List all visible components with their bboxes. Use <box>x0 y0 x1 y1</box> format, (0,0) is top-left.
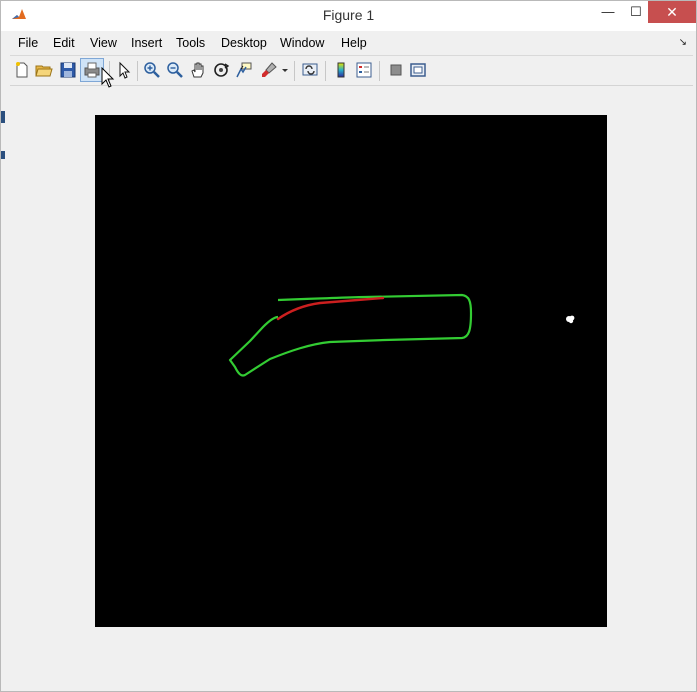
menu-bar: File Edit View Insert Tools Desktop Wind… <box>10 33 693 56</box>
menu-file[interactable]: File <box>18 36 38 50</box>
background-window-edge <box>1 111 5 471</box>
toolbar-separator <box>379 61 380 81</box>
close-button[interactable]: ✕ <box>648 1 696 23</box>
toolbar-separator <box>294 61 295 81</box>
pan-icon[interactable] <box>188 60 208 80</box>
edit-plot-icon[interactable] <box>114 60 134 80</box>
title-bar[interactable]: Figure 1 — ☐ ✕ <box>1 1 696 31</box>
link-plot-icon[interactable] <box>300 60 320 80</box>
contour-plot <box>228 293 575 377</box>
zoom-in-icon[interactable] <box>142 60 162 80</box>
toolbar-separator <box>137 61 138 81</box>
open-file-icon[interactable] <box>34 60 54 80</box>
menu-desktop[interactable]: Desktop <box>221 36 267 50</box>
menu-view[interactable]: View <box>90 36 117 50</box>
contour-red-segment <box>276 296 385 321</box>
contour-green-outline <box>228 293 473 377</box>
window-title: Figure 1 <box>322 7 375 23</box>
save-figure-icon[interactable] <box>58 60 78 80</box>
hide-plot-tools-icon[interactable] <box>386 60 406 80</box>
menu-insert[interactable]: Insert <box>131 36 162 50</box>
dock-arrow-icon[interactable]: ↘ <box>679 37 687 48</box>
chevron-down-icon[interactable] <box>280 60 290 80</box>
toolbar-separator <box>325 61 326 81</box>
minimize-button[interactable]: — <box>593 1 623 23</box>
zoom-out-icon[interactable] <box>165 60 185 80</box>
show-plot-tools-icon[interactable] <box>408 60 428 80</box>
brush-icon[interactable] <box>259 60 279 80</box>
menu-tools[interactable]: Tools <box>176 36 205 50</box>
menu-edit[interactable]: Edit <box>53 36 75 50</box>
menu-help[interactable]: Help <box>341 36 367 50</box>
image-axes[interactable] <box>95 115 607 627</box>
new-figure-icon[interactable] <box>12 60 32 80</box>
insert-colorbar-icon[interactable] <box>331 60 351 80</box>
print-figure-icon[interactable] <box>82 60 102 80</box>
rotate-3d-icon[interactable] <box>211 60 231 80</box>
insert-legend-icon[interactable] <box>354 60 374 80</box>
white-speck <box>566 315 575 324</box>
menu-window[interactable]: Window <box>280 36 324 50</box>
data-cursor-icon[interactable] <box>234 60 254 80</box>
figure-window: Figure 1 — ☐ ✕ File Edit View Insert Too… <box>0 0 697 692</box>
mouse-pointer-icon <box>101 66 115 89</box>
maximize-button[interactable]: ☐ <box>621 1 651 23</box>
